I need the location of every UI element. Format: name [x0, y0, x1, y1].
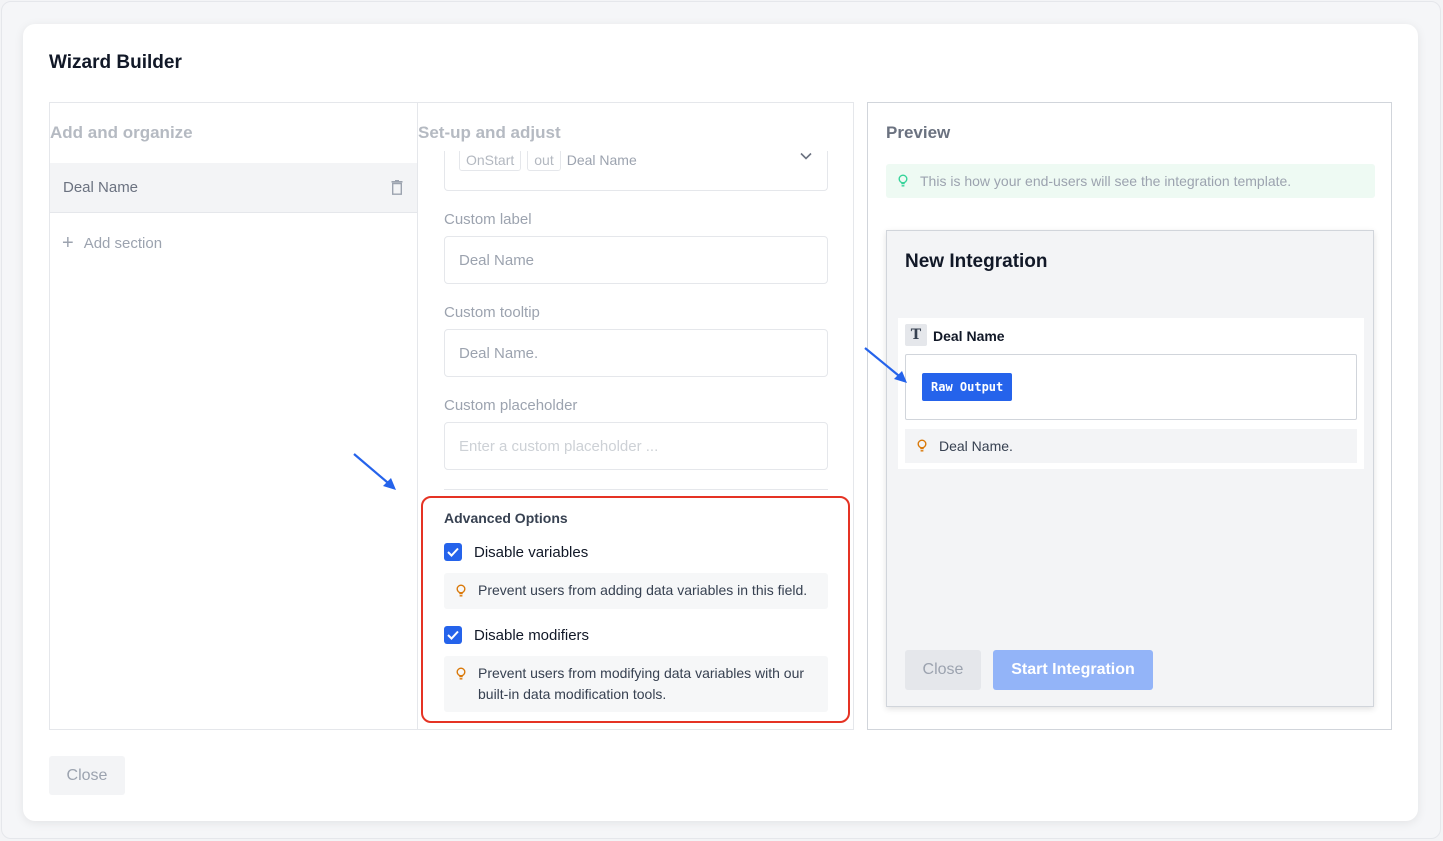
source-chip: out	[527, 151, 561, 171]
add-section-button[interactable]: + Add section	[62, 233, 162, 253]
lightbulb-icon	[917, 439, 927, 452]
custom-tooltip-input[interactable]	[444, 329, 828, 377]
disable-modifiers-hint-text: Prevent users from modifying data variab…	[478, 665, 805, 702]
custom-label-input[interactable]	[444, 236, 828, 284]
annotation-arrow-icon	[864, 347, 907, 383]
preview-field-hint: Deal Name.	[905, 429, 1357, 463]
section-item-deal-name[interactable]: Deal Name	[50, 163, 417, 213]
add-organize-heading: Add and organize	[50, 123, 193, 142]
setup-adjust-heading: Set-up and adjust	[418, 123, 561, 142]
source-value: Deal Name	[566, 151, 637, 168]
plus-icon: +	[62, 232, 74, 254]
close-button[interactable]: Close	[49, 756, 125, 795]
preview-field: T Deal Name Raw Output Deal Name.	[898, 318, 1364, 469]
text-type-icon: T	[905, 324, 927, 346]
preview-close-button[interactable]: Close	[905, 650, 981, 690]
preview-panel: Preview This is how your end-users will …	[867, 102, 1392, 730]
lightbulb-icon	[456, 584, 466, 597]
lightbulb-icon	[456, 667, 466, 680]
custom-placeholder-input[interactable]	[444, 422, 828, 470]
source-variable-dropdown[interactable]: OnStart out Deal Name	[444, 151, 828, 191]
custom-placeholder-label: Custom placeholder	[444, 397, 578, 414]
add-section-label: Add section	[83, 234, 163, 252]
start-integration-button[interactable]: Start Integration	[993, 650, 1153, 690]
advanced-options-title: Advanced Options	[444, 510, 568, 526]
annotation-arrow-icon	[353, 453, 396, 490]
preview-note: This is how your end-users will see the …	[886, 164, 1375, 198]
preview-note-text: This is how your end-users will see the …	[920, 173, 1292, 189]
integration-preview-window: New Integration T Deal Name Raw Output D…	[886, 230, 1374, 707]
custom-label-label: Custom label	[444, 211, 532, 228]
chevron-down-icon	[800, 152, 812, 160]
disable-variables-label: Disable variables	[474, 543, 589, 561]
raw-output-chip[interactable]: Raw Output	[922, 373, 1013, 401]
preview-field-label: Deal Name	[933, 328, 1005, 344]
disable-modifiers-label: Disable modifiers	[474, 626, 590, 644]
preview-field-input[interactable]: Raw Output	[905, 354, 1357, 420]
add-organize-panel: Add and organize Deal Name + Add section	[49, 102, 417, 730]
setup-adjust-panel: Set-up and adjust OnStart out Deal Name …	[417, 102, 854, 730]
preview-heading: Preview	[886, 123, 951, 142]
integration-window-title: New Integration	[905, 251, 1048, 272]
modal-title: Wizard Builder	[49, 52, 182, 73]
disable-modifiers-checkbox[interactable]: Disable modifiers	[444, 626, 589, 644]
custom-tooltip-label: Custom tooltip	[444, 304, 540, 321]
source-chip: OnStart	[459, 151, 522, 171]
disable-modifiers-hint: Prevent users from modifying data variab…	[444, 656, 828, 712]
disable-variables-checkbox[interactable]: Disable variables	[444, 543, 588, 561]
section-item-label: Deal Name	[63, 179, 139, 196]
disable-variables-hint-text: Prevent users from adding data variables…	[478, 582, 808, 598]
checkbox-checked-icon[interactable]	[444, 543, 462, 561]
checkbox-checked-icon[interactable]	[444, 626, 462, 644]
preview-field-hint-text: Deal Name.	[939, 438, 1013, 454]
divider	[444, 489, 828, 490]
lightbulb-icon	[898, 174, 908, 187]
disable-variables-hint: Prevent users from adding data variables…	[444, 573, 828, 609]
trash-icon[interactable]	[391, 180, 403, 195]
wizard-builder-modal: Wizard Builder Add and organize Deal Nam…	[23, 24, 1418, 821]
